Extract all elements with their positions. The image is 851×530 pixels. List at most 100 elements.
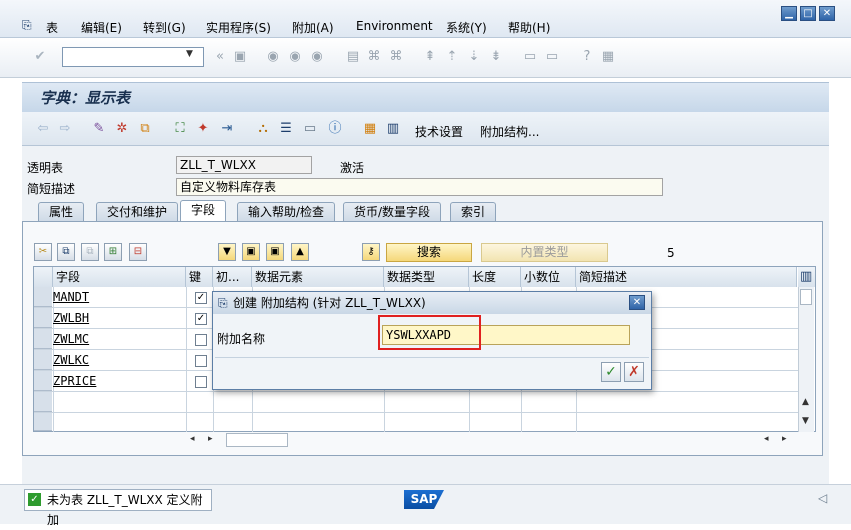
table-row-field[interactable]: ZWLBH: [53, 311, 89, 325]
copy-icon[interactable]: ⧉: [57, 243, 75, 261]
last-page-icon[interactable]: ⇟: [488, 49, 504, 65]
layout-icon[interactable]: ▦: [600, 49, 616, 65]
next-page-icon[interactable]: ⇣: [466, 49, 482, 65]
cancel-icon[interactable]: ✗: [624, 362, 644, 382]
first-page-icon[interactable]: ⇞: [422, 49, 438, 65]
menu-system[interactable]: 系统(Y): [446, 19, 487, 36]
table-row-field[interactable]: MANDT: [53, 290, 89, 304]
save-icon[interactable]: ▣: [232, 49, 248, 65]
arrow-left-icon[interactable]: ⇦: [35, 121, 51, 137]
hscroll-thumb[interactable]: [226, 433, 288, 447]
scroll-up-icon[interactable]: ▲: [291, 243, 309, 261]
layout-frame-icon[interactable]: ▭: [302, 121, 318, 137]
arrow-right-icon[interactable]: ⇨: [57, 121, 73, 137]
shortcut-icon[interactable]: ▭: [544, 49, 560, 65]
row-selector[interactable]: [34, 287, 52, 307]
row-selector[interactable]: [34, 308, 52, 328]
builtin-type-button[interactable]: 内置类型: [481, 243, 608, 262]
key-checkbox[interactable]: ✓: [195, 313, 207, 325]
exit-icon[interactable]: ◉: [287, 49, 303, 65]
new-session-icon[interactable]: ▭: [522, 49, 538, 65]
activate-icon[interactable]: ⧉: [137, 121, 153, 137]
check-icon[interactable]: ✲: [114, 121, 130, 137]
menu-utilities[interactable]: 实用程序(S): [206, 19, 271, 36]
key-checkbox[interactable]: [195, 355, 207, 367]
append-structure-button[interactable]: 附加结构...: [480, 123, 539, 140]
find-icon[interactable]: ⌘: [366, 49, 382, 65]
tab-indexes[interactable]: 索引: [450, 202, 497, 221]
tab-attributes[interactable]: 属性: [38, 202, 85, 221]
scroll-left-icon[interactable]: ◂: [764, 434, 769, 444]
scroll-down-page-icon[interactable]: ▣: [242, 243, 260, 261]
key-checkbox[interactable]: [195, 376, 207, 388]
confirm-icon[interactable]: ✓: [601, 362, 621, 382]
maximize-icon[interactable]: □: [800, 6, 816, 21]
table-row-field[interactable]: ZPRICE: [53, 374, 96, 388]
table-row-field[interactable]: ZWLMC: [53, 332, 89, 346]
scroll-up-arrow-icon[interactable]: ▲: [802, 397, 809, 407]
info-icon[interactable]: ⓘ: [327, 121, 343, 137]
menu-edit[interactable]: 编辑(E): [81, 19, 122, 36]
where-used-icon[interactable]: ⛶: [172, 121, 188, 137]
menu-extras[interactable]: 附加(A): [292, 19, 334, 36]
navigation-icon[interactable]: ⇥: [219, 121, 235, 137]
key-checkbox[interactable]: ✓: [195, 292, 207, 304]
short-desc-field[interactable]: 自定义物料库存表: [176, 178, 663, 196]
scroll-down-arrow-icon[interactable]: ▼: [802, 416, 809, 426]
col-header-key[interactable]: 键: [186, 267, 213, 287]
chevron-down-icon[interactable]: ▼: [186, 49, 193, 59]
object-list-icon[interactable]: ✦: [195, 121, 211, 137]
key-checkbox[interactable]: [195, 334, 207, 346]
menu-table[interactable]: 表: [46, 19, 58, 36]
scrollbar-thumb[interactable]: [800, 289, 812, 305]
col-header-data-element[interactable]: 数据元素: [252, 267, 384, 287]
col-header-decimals[interactable]: 小数位: [521, 267, 576, 287]
menu-goto[interactable]: 转到(G): [143, 19, 186, 36]
stack-icon[interactable]: ☰: [278, 121, 294, 137]
menu-environment[interactable]: Environment: [356, 19, 433, 33]
col-header-field[interactable]: 字段: [53, 267, 186, 287]
table-row-field[interactable]: ZWLKC: [53, 353, 89, 367]
tab-input-help[interactable]: 输入帮助/检查: [237, 202, 336, 221]
select-all-header[interactable]: [34, 267, 53, 287]
search-key-icon[interactable]: ⚷: [362, 243, 380, 261]
paste-icon[interactable]: ⧉: [81, 243, 99, 261]
col-header-length[interactable]: 长度: [469, 267, 521, 287]
menu-help[interactable]: 帮助(H): [508, 19, 550, 36]
scroll-down-icon[interactable]: ▼: [218, 243, 236, 261]
tab-delivery[interactable]: 交付和维护: [96, 202, 179, 221]
print-icon[interactable]: ▤: [345, 49, 361, 65]
index-icon[interactable]: ▦: [362, 121, 378, 137]
technical-settings-button[interactable]: 技术设置: [415, 123, 463, 140]
enter-icon[interactable]: ✔: [32, 49, 48, 65]
col-header-data-type[interactable]: 数据类型: [384, 267, 469, 287]
table-contents-icon[interactable]: ▥: [385, 121, 401, 137]
vertical-scrollbar[interactable]: [798, 287, 814, 432]
row-selector[interactable]: [34, 413, 52, 431]
back-icon[interactable]: ◉: [265, 49, 281, 65]
help-icon[interactable]: ?: [579, 49, 595, 65]
dialog-close-icon[interactable]: ✕: [629, 295, 645, 310]
find-next-icon[interactable]: ⌘: [388, 49, 404, 65]
table-settings-button[interactable]: ▥: [798, 267, 815, 287]
command-field[interactable]: [62, 47, 204, 67]
row-selector[interactable]: [34, 350, 52, 370]
insert-row-icon[interactable]: ⊞: [104, 243, 122, 261]
tab-currency-quantity[interactable]: 货币/数量字段: [343, 202, 442, 221]
table-name-field[interactable]: ZLL_T_WLXX: [176, 156, 312, 174]
cut-icon[interactable]: ✂: [34, 243, 52, 261]
row-selector[interactable]: [34, 329, 52, 349]
minimize-icon[interactable]: ▁: [781, 6, 797, 21]
status-expand-icon[interactable]: ◁: [818, 491, 827, 505]
scroll-right-icon[interactable]: ▸: [782, 434, 787, 444]
search-button[interactable]: 搜索: [386, 243, 472, 262]
scroll-up-page-icon[interactable]: ▣: [266, 243, 284, 261]
display-change-icon[interactable]: ✎: [91, 121, 107, 137]
cancel-icon[interactable]: ◉: [309, 49, 325, 65]
hierarchy-icon[interactable]: ⛬: [255, 121, 271, 137]
row-selector[interactable]: [34, 392, 52, 412]
row-selector[interactable]: [34, 371, 52, 391]
close-icon[interactable]: ✕: [819, 6, 835, 21]
prev-page-icon[interactable]: ⇡: [444, 49, 460, 65]
col-header-short-desc[interactable]: 简短描述: [576, 267, 797, 287]
